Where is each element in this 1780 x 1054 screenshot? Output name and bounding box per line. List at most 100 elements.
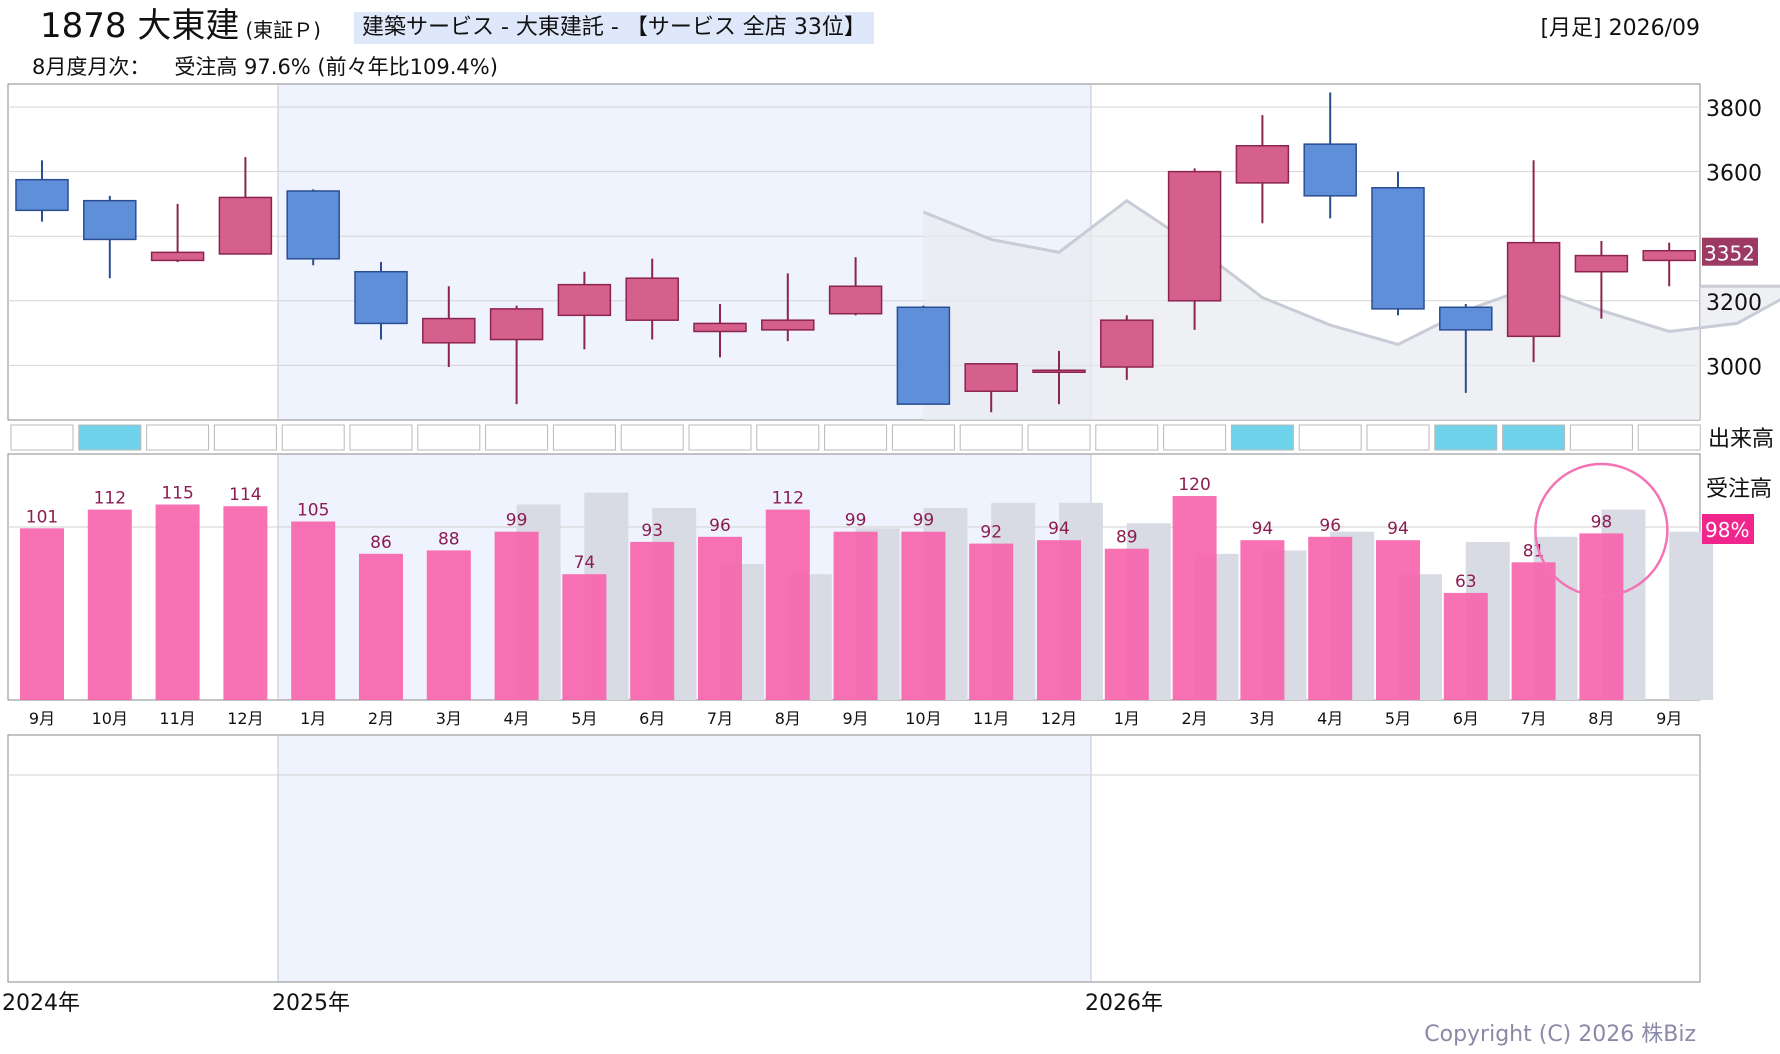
order-bar-value: 112 <box>772 489 804 509</box>
price-tick-label: 3200 <box>1706 291 1762 316</box>
month-label: 9月 <box>843 709 869 728</box>
month-label: 11月 <box>159 709 195 728</box>
year-2025-shade <box>278 735 1091 982</box>
month-label: 5月 <box>1385 709 1411 728</box>
month-label: 10月 <box>905 709 941 728</box>
order-bar <box>901 531 946 700</box>
volume-cell <box>1095 424 1159 451</box>
candle-body <box>422 317 476 344</box>
month-label: 5月 <box>571 709 597 728</box>
order-bar-value: 89 <box>1116 528 1138 548</box>
order-bar-value: 92 <box>980 523 1002 543</box>
candle-body <box>828 285 883 315</box>
candle-body <box>1574 254 1629 273</box>
month-label: 6月 <box>1453 709 1479 728</box>
volume-cell <box>891 424 955 451</box>
order-bar-value: 115 <box>161 484 193 504</box>
candle-body <box>1506 241 1561 338</box>
volume-cell <box>1163 424 1227 451</box>
volume-cell <box>349 424 413 451</box>
volume-cell <box>146 424 210 451</box>
order-bar-value: 101 <box>26 507 58 527</box>
volume-label: 出来高 <box>1708 427 1774 452</box>
month-label: 6月 <box>639 709 665 728</box>
order-bar-value: 74 <box>574 553 596 573</box>
candle-body <box>1303 143 1357 197</box>
order-bar <box>20 528 64 700</box>
volume-cell <box>959 424 1023 451</box>
volume-cell <box>1230 424 1294 451</box>
candle-body <box>1235 145 1290 184</box>
order-bar-value: 96 <box>709 516 731 536</box>
price-tick-label: 3000 <box>1706 355 1762 380</box>
order-bar <box>1240 540 1285 700</box>
order-bar <box>765 509 810 700</box>
candle-body <box>1439 306 1493 331</box>
price-tick-label: 3800 <box>1706 97 1762 122</box>
order-bar-value: 94 <box>1387 519 1409 539</box>
month-label: 9月 <box>29 709 55 728</box>
volume-cell <box>1298 424 1362 451</box>
order-bar-value: 114 <box>229 485 261 505</box>
order-bar <box>630 541 675 700</box>
year-label: 2025年 <box>272 991 350 1016</box>
order-bar <box>1104 548 1149 700</box>
year-label: 2024年 <box>2 991 80 1016</box>
order-bar <box>87 509 132 700</box>
candle-body <box>354 270 408 325</box>
month-label: 4月 <box>1317 709 1343 728</box>
volume-cell <box>1569 424 1633 451</box>
order-bar <box>698 536 742 700</box>
month-label: 8月 <box>775 709 801 728</box>
volume-cell <box>485 424 549 451</box>
month-label: 7月 <box>707 709 733 728</box>
order-bar <box>1376 540 1420 700</box>
candle-body <box>625 277 679 321</box>
candle-body <box>83 199 137 241</box>
order-bar <box>1037 540 1081 700</box>
month-label: 8月 <box>1588 709 1614 728</box>
order-bar-value: 98 <box>1591 512 1613 532</box>
volume-cell <box>1502 424 1566 451</box>
last-price-label: 3352 <box>1704 242 1755 266</box>
order-bar <box>1511 562 1556 700</box>
prev-year-bar <box>1669 531 1714 700</box>
order-bar-value: 105 <box>297 501 329 521</box>
year-label: 2026年 <box>1085 991 1163 1016</box>
month-label: 2月 <box>368 709 394 728</box>
volume-cell <box>281 424 345 451</box>
order-bar-value: 112 <box>94 489 126 509</box>
candle-body <box>761 319 815 331</box>
order-bar <box>833 531 878 700</box>
order-bar-value: 120 <box>1178 475 1210 495</box>
order-bar-value: 63 <box>1455 572 1477 592</box>
volume-cell <box>10 424 74 451</box>
order-bar <box>426 550 471 700</box>
order-bar <box>1443 592 1488 700</box>
order-bar-value: 99 <box>845 511 867 531</box>
candle-body <box>896 306 951 405</box>
order-bar <box>359 553 403 700</box>
month-axis: 9月 10月 11月 12月 1月 2月 3月 4月 5月 6月 7月 8月 9月 10月 11月 12月 1月… <box>29 709 1682 728</box>
volume-cell <box>688 424 752 451</box>
year-axis: 2024年 2025年 2026年 <box>2 991 1163 1016</box>
order-bar-value: 99 <box>913 511 935 531</box>
candle-body <box>1167 170 1222 302</box>
order-bar <box>1172 496 1217 700</box>
candle-body <box>964 363 1018 392</box>
month-label: 3月 <box>1249 709 1275 728</box>
candle-body <box>150 251 205 262</box>
volume-cell <box>417 424 481 451</box>
order-bar <box>1579 533 1624 700</box>
month-label: 4月 <box>504 709 530 728</box>
month-label: 1月 <box>1114 709 1140 728</box>
month-label: 11月 <box>973 709 1009 728</box>
order-bar <box>155 504 200 700</box>
volume-cell <box>620 424 684 451</box>
stock-chart: 3000 3200 3600 3800 3352 出来高 101 112 115 114 105… <box>2 83 1780 1016</box>
candle-body <box>1100 319 1154 368</box>
candle-body <box>1032 369 1086 373</box>
order-bar-value: 93 <box>641 521 663 541</box>
order-bar-value: 99 <box>506 511 528 531</box>
volume-cell <box>824 424 888 451</box>
